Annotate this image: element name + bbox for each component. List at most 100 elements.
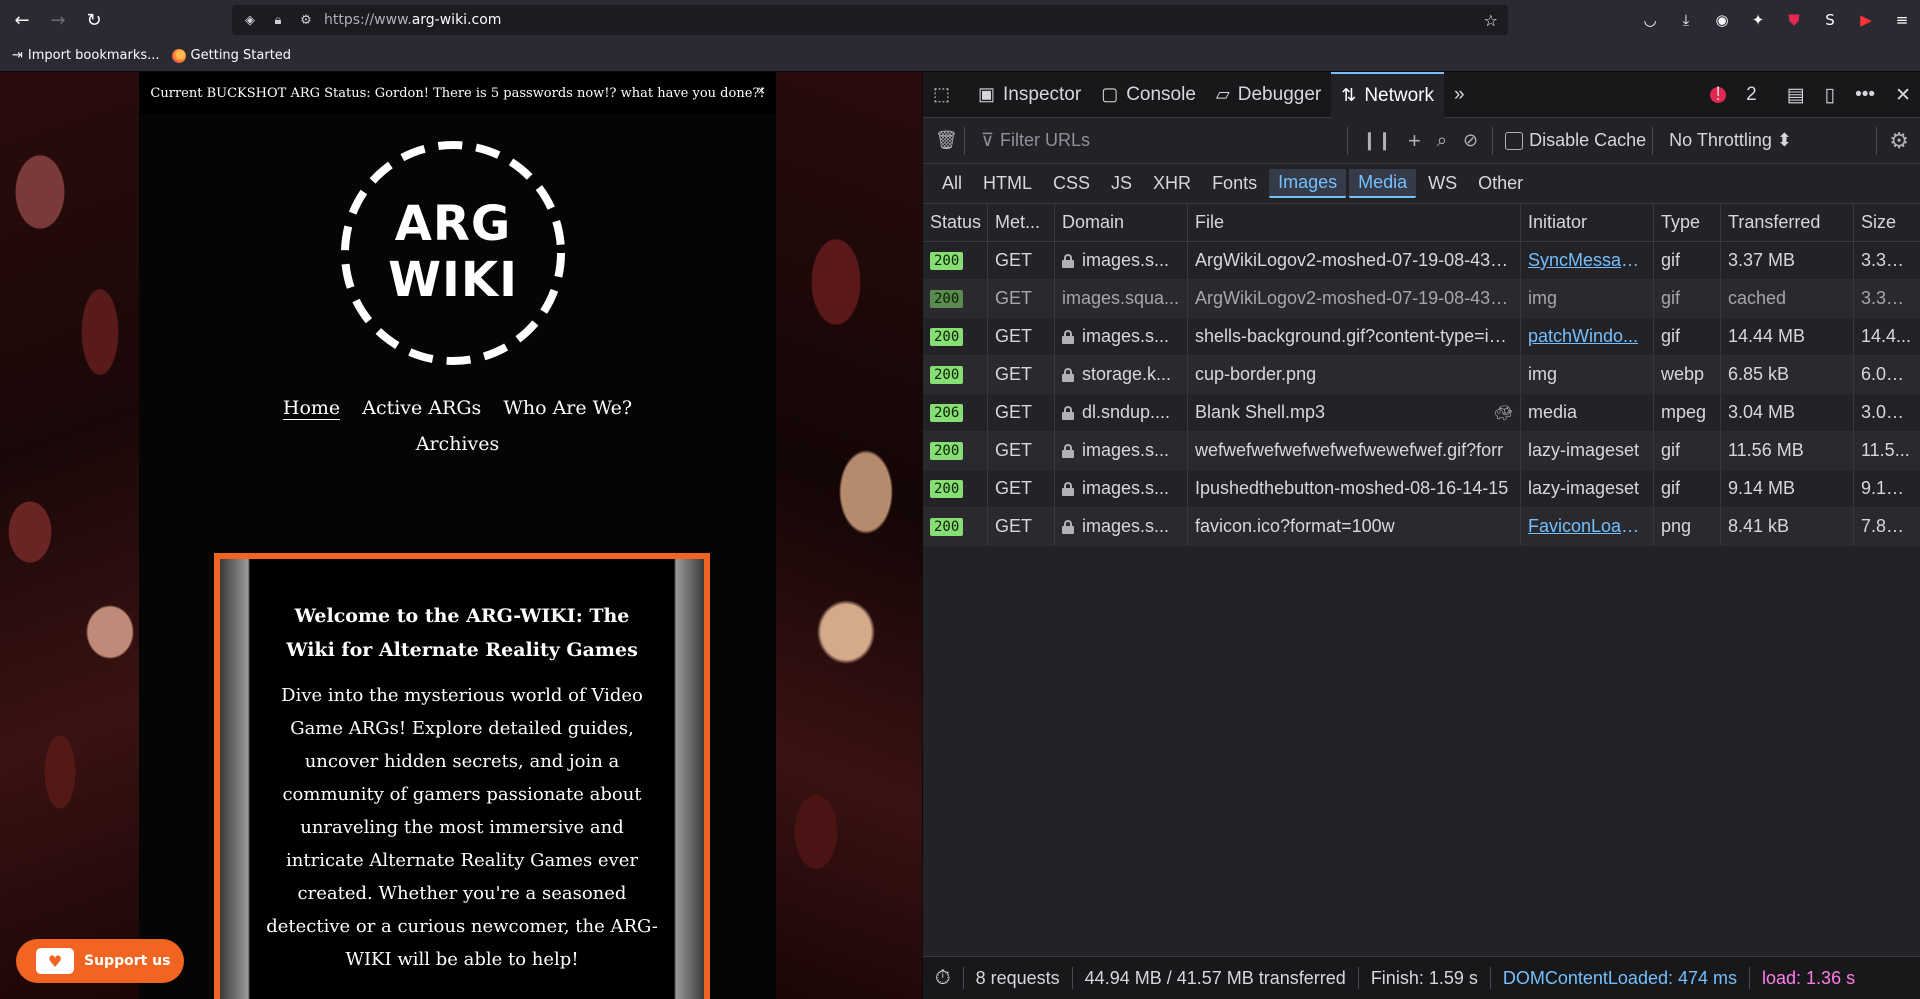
lock-icon[interactable]: 🔒︎ (268, 13, 288, 28)
cell-domain: images.s... (1055, 432, 1188, 469)
add-icon[interactable]: + (1408, 128, 1421, 154)
col-type[interactable]: Type (1654, 204, 1721, 241)
menu-icon[interactable]: ≡ (1884, 6, 1920, 34)
forward-button[interactable]: → (44, 6, 72, 34)
error-icon: ! (1710, 84, 1727, 105)
sponsorblock-icon[interactable]: S (1812, 6, 1848, 34)
filter-fonts[interactable]: Fonts (1203, 170, 1266, 197)
filter-html[interactable]: HTML (974, 170, 1041, 197)
bookmark-star-icon[interactable]: ☆ (1484, 11, 1498, 30)
pocket-icon[interactable]: ◡ (1632, 6, 1668, 34)
lock-icon (1062, 481, 1074, 496)
filter-xhr[interactable]: XHR (1144, 170, 1200, 197)
cell-file: shells-background.gif?content-type=ima (1188, 318, 1521, 355)
dock-icon[interactable]: ▤ (1787, 84, 1805, 107)
tab-debugger[interactable]: ▱ Debugger (1206, 72, 1331, 118)
debugger-icon: ▱ (1215, 84, 1230, 104)
initiator-link[interactable]: SyncMessag... (1528, 250, 1646, 271)
tab-network[interactable]: ⇅ Network (1331, 71, 1444, 118)
method-text: GET (995, 402, 1033, 422)
table-row[interactable]: 206 GET dl.sndup.... Blank Shell.mp3 🐢︎ media… (923, 394, 1920, 432)
col-initiator[interactable]: Initiator (1521, 204, 1654, 241)
bookmark-getting-started[interactable]: Getting Started (171, 48, 291, 63)
pause-icon[interactable]: ❙❙ (1362, 130, 1392, 151)
welcome-body: Dive into the mysterious world of Video … (266, 685, 658, 970)
transferred-text: 9.14 MB (1728, 478, 1796, 498)
url-bar[interactable]: ◈ 🔒︎ ⚙ https://www.arg-wiki.com ☆ (232, 5, 1508, 35)
filter-all[interactable]: All (933, 170, 971, 197)
tab-inspector[interactable]: ▣ Inspector (968, 72, 1091, 118)
welcome-box: Welcome to the ARG-WIKI: The Wiki for Al… (214, 553, 710, 999)
filter-js[interactable]: JS (1102, 170, 1141, 197)
method-text: GET (995, 288, 1033, 308)
cell-domain: images.s... (1055, 318, 1188, 355)
settings-gear-icon[interactable]: ⚙ (1889, 128, 1909, 154)
shield-icon[interactable]: ◈ (240, 13, 260, 28)
nav-who-are-we[interactable]: Who Are We? (503, 397, 632, 419)
responsive-design-icon[interactable]: ▯ (1825, 84, 1835, 107)
domain-text: images.s... (1082, 250, 1170, 270)
col-file[interactable]: File (1188, 204, 1521, 241)
col-method[interactable]: Met... (988, 204, 1055, 241)
reload-button[interactable]: ↻ (80, 6, 108, 34)
downloads-icon[interactable]: ⤓ (1668, 6, 1704, 34)
throttling-select[interactable]: No Throttling ⬍ (1669, 130, 1792, 151)
table-row[interactable]: 200 GET storage.k... cup-border.png img webp 6… (923, 356, 1920, 394)
cell-initiator: img (1521, 356, 1654, 393)
nav-home[interactable]: Home (282, 397, 341, 420)
table-row[interactable]: 200 GET images.s... favicon.ico?format=100w… (923, 508, 1920, 546)
cell-status: 206 (923, 394, 988, 431)
banner-close-button[interactable]: × (757, 84, 766, 97)
table-row[interactable]: 200 GET images.s... Ipushedthebutton-moshed… (923, 470, 1920, 508)
tab-console[interactable]: ▢ Console (1091, 72, 1206, 118)
close-icon[interactable]: ✕ (1895, 84, 1911, 107)
table-row[interactable]: 200 GET images.s... ArgWikiLogov2-moshed-07… (923, 242, 1920, 280)
welcome-content: Welcome to the ARG-WIKI: The Wiki for Al… (250, 559, 674, 999)
filter-media[interactable]: Media (1349, 169, 1417, 198)
initiator-link[interactable]: FaviconLoad... (1528, 516, 1646, 537)
col-size[interactable]: Size (1854, 204, 1920, 241)
cell-initiator: patchWindo... (1521, 318, 1654, 355)
table-row[interactable]: 200 GET images.s... shells-background.gif?c… (923, 318, 1920, 356)
permissions-icon[interactable]: ⚙ (296, 13, 316, 28)
element-picker-button[interactable]: ⬚ (923, 72, 968, 118)
support-us-button[interactable]: ♥ Support us (16, 939, 184, 983)
divider (1652, 126, 1654, 155)
type-text: webp (1661, 364, 1705, 384)
more-tabs-button[interactable]: » (1444, 72, 1475, 118)
filter-other[interactable]: Other (1469, 170, 1532, 197)
filter-css[interactable]: CSS (1044, 170, 1099, 197)
error-count-badge[interactable]: ! 2 (1700, 84, 1767, 106)
type-text: gif (1661, 288, 1681, 308)
disable-cache-checkbox[interactable]: Disable Cache (1505, 130, 1646, 151)
requests-table: Status Met... Domain File Initiator Type… (923, 204, 1920, 546)
performance-timer-icon[interactable]: ⏱ (923, 967, 964, 989)
clear-trash-icon[interactable]: 🗑︎ (935, 130, 958, 151)
initiator-link[interactable]: patchWindo... (1528, 326, 1638, 347)
domain-text: storage.k... (1082, 364, 1172, 384)
search-icon[interactable]: ⌕ (1437, 130, 1447, 151)
filter-urls-input[interactable]: ⊽ Filter URLs (971, 126, 1341, 156)
youtube-icon[interactable]: ▶ (1848, 6, 1884, 34)
table-row[interactable]: 200 GET images.s... wefwefwefwefwefwefwewef… (923, 432, 1920, 470)
cell-transferred: 9.14 MB (1721, 470, 1854, 507)
nav-archives[interactable]: Archives (416, 433, 500, 455)
filter-images[interactable]: Images (1269, 169, 1347, 198)
site-logo[interactable]: ARG WIKI (336, 136, 570, 370)
bookmark-import[interactable]: ⇥ Import bookmarks... (12, 48, 160, 63)
status-badge: 200 (930, 365, 964, 384)
extensions-icon[interactable]: ✦ (1740, 6, 1776, 34)
nav-active-args[interactable]: Active ARGs (362, 397, 481, 419)
account-icon[interactable]: ◉ (1704, 6, 1740, 34)
file-text: ArgWikiLogov2-moshed-07-19-08-43-59 (1195, 250, 1513, 270)
filter-ws[interactable]: WS (1419, 170, 1466, 197)
ublock-icon[interactable]: ⛊ (1776, 6, 1812, 34)
table-row[interactable]: 200 GET images.squa... ArgWikiLogov2-moshed… (923, 280, 1920, 318)
back-button[interactable]: ← (8, 6, 36, 34)
col-status[interactable]: Status (923, 204, 988, 241)
url-text[interactable]: https://www.arg-wiki.com (324, 12, 501, 28)
col-transferred[interactable]: Transferred (1721, 204, 1854, 241)
col-domain[interactable]: Domain (1055, 204, 1188, 241)
more-options-icon[interactable]: ••• (1855, 84, 1875, 106)
block-icon[interactable]: ⊘ (1463, 130, 1478, 151)
